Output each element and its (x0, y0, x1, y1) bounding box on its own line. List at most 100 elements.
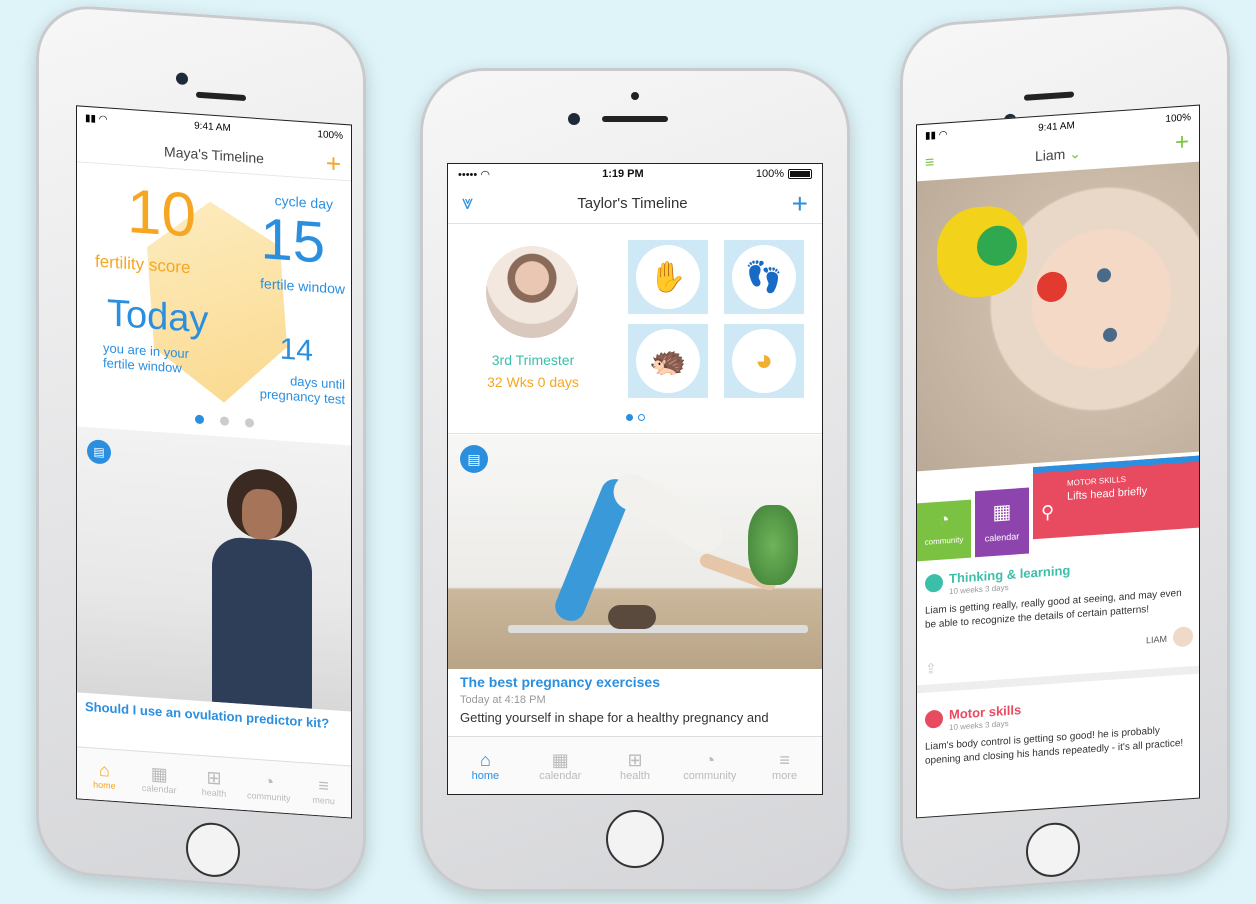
page-dot[interactable] (245, 418, 254, 428)
calendar-tile[interactable]: ▦ calendar (975, 487, 1029, 558)
pregnancy-summary: 3rd Trimester 32 Wks 0 days ✋ 👣 🦔 ◕ (448, 224, 822, 434)
child-selector[interactable]: Liam ⌄ (1035, 144, 1081, 164)
thinking-icon (925, 573, 943, 593)
tab-label: home (93, 778, 116, 791)
menu-icon: ≡ (318, 774, 329, 796)
milestone-card[interactable]: ⚲ MOTOR SKILLS Lifts head briefly (1033, 455, 1200, 540)
page-dots[interactable] (626, 414, 645, 421)
milestone-category: MOTOR SKILLS (1067, 474, 1126, 488)
cycle-day: 15 (260, 206, 325, 276)
health-icon: ⊞ (206, 766, 222, 788)
chat-icon: ◔ (704, 749, 716, 770)
size-compare-tile[interactable]: 🦔 (628, 324, 708, 398)
today-heading: Today (107, 292, 209, 342)
tab-health[interactable]: ⊞ health (187, 755, 242, 810)
menu-icon[interactable]: ≡ (925, 154, 934, 173)
tab-label: health (201, 786, 227, 799)
book-icon: ▤ (460, 445, 488, 473)
front-camera (568, 113, 580, 125)
tab-more[interactable]: ≡ more (747, 737, 822, 794)
article-snippet: Getting yourself in shape for a healthy … (460, 710, 769, 725)
page-dot[interactable] (638, 414, 645, 421)
tab-label: home (471, 769, 500, 782)
tab-home[interactable]: ⌂ home (77, 747, 132, 802)
baby-eye (1097, 267, 1111, 283)
carrier-signal: ••••• ◠ (458, 168, 490, 181)
battery-icon (788, 169, 812, 180)
plant (748, 505, 798, 585)
fertility-summary: 10 fertility score cycle day 15 fertile … (77, 162, 351, 444)
status-bar: ••••• ◠ 1:19 PM 100% (448, 164, 822, 184)
page-title: Taylor's Timeline (577, 195, 688, 212)
walking-icon: ⚲ (1041, 501, 1055, 523)
tab-home[interactable]: ⌂ home (448, 737, 523, 794)
tab-label: calendar (539, 769, 582, 782)
page-dot-active[interactable] (626, 414, 633, 421)
battery-level: 100% (1165, 111, 1191, 125)
proximity-sensor (631, 92, 639, 100)
page-dot[interactable] (220, 416, 229, 426)
battery-level: 100% (317, 128, 343, 142)
toy-red (1037, 270, 1067, 303)
home-button[interactable] (1026, 820, 1080, 879)
animal-icon: 🦔 (636, 329, 700, 393)
article-title[interactable]: The best pregnancy exercises (460, 674, 660, 690)
battery: 100% (756, 168, 812, 180)
tab-label: menu (312, 794, 335, 806)
earpiece-speaker (196, 91, 246, 102)
screen-right: ▮▮ ◠ 9:41 AM 100% ≡ Liam ⌄ + ◔ community… (916, 104, 1200, 819)
tile-label: calendar (984, 531, 1020, 544)
motor-icon (925, 709, 943, 729)
card-title: Thinking & learning (949, 562, 1071, 587)
tab-label: calendar (141, 782, 177, 795)
avatar[interactable] (486, 246, 578, 338)
status-time: 1:19 PM (602, 168, 644, 180)
tab-community[interactable]: ◔ community (672, 737, 747, 794)
earpiece-speaker (1024, 91, 1074, 101)
filter-icon[interactable]: ⩔ (462, 192, 473, 215)
hand-tile[interactable]: ✋ (628, 240, 708, 314)
page-dots[interactable] (195, 414, 254, 428)
tab-calendar[interactable]: ▦ calendar (523, 737, 598, 794)
book-icon: ▤ (87, 439, 111, 465)
article-photo[interactable]: ▤ (448, 435, 822, 669)
tab-menu[interactable]: ≡ menu (296, 763, 351, 818)
tab-label: more (772, 769, 798, 782)
tab-label: health (620, 769, 650, 782)
tab-calendar[interactable]: ▦ calendar (132, 751, 187, 806)
timeline-card[interactable]: Thinking & learning 10 weeks 3 days Liam… (917, 545, 1200, 694)
add-button[interactable]: + (792, 189, 808, 218)
add-button[interactable]: + (326, 148, 341, 180)
home-button[interactable] (606, 810, 664, 868)
battery-level: 100% (755, 168, 784, 180)
baby-photo[interactable] (917, 161, 1200, 472)
woman-torso (607, 467, 729, 559)
earpiece-speaker (602, 116, 668, 122)
fetus-tile[interactable]: ◕ (724, 324, 804, 398)
trimester-label: 3rd Trimester (491, 352, 575, 368)
chat-icon: ◔ (938, 509, 950, 530)
milestone-text: Lifts head briefly (1067, 485, 1148, 503)
share-icon[interactable]: ⇪ (925, 660, 937, 678)
foot-tile[interactable]: 👣 (724, 240, 804, 314)
page-dot-active[interactable] (195, 414, 204, 425)
article-photo[interactable]: ▤ (77, 426, 352, 712)
health-icon: ⊞ (627, 749, 643, 770)
tab-community[interactable]: ◔ community (241, 759, 296, 814)
home-icon: ⌂ (479, 749, 491, 770)
signal-icon: ▮▮ ◠ (925, 128, 948, 142)
chat-icon: ◔ (263, 770, 275, 792)
article-time: Today at 4:18 PM (460, 694, 546, 706)
dog (608, 605, 656, 629)
home-button[interactable] (186, 820, 240, 879)
page-title: Maya's Timeline (164, 142, 264, 166)
add-button[interactable]: + (1175, 128, 1189, 157)
signal-icon: ▮▮ ◠ (85, 112, 108, 125)
front-camera (176, 72, 188, 86)
child-name: Liam (1035, 145, 1066, 164)
tab-health[interactable]: ⊞ health (598, 737, 673, 794)
community-tile[interactable]: ◔ community (917, 499, 971, 562)
nav-bar: ⩔ Taylor's Timeline + (448, 184, 822, 224)
timeline-card[interactable]: Motor skills 10 weeks 3 days Liam's body… (917, 681, 1200, 818)
foot-icon: 👣 (732, 245, 796, 309)
